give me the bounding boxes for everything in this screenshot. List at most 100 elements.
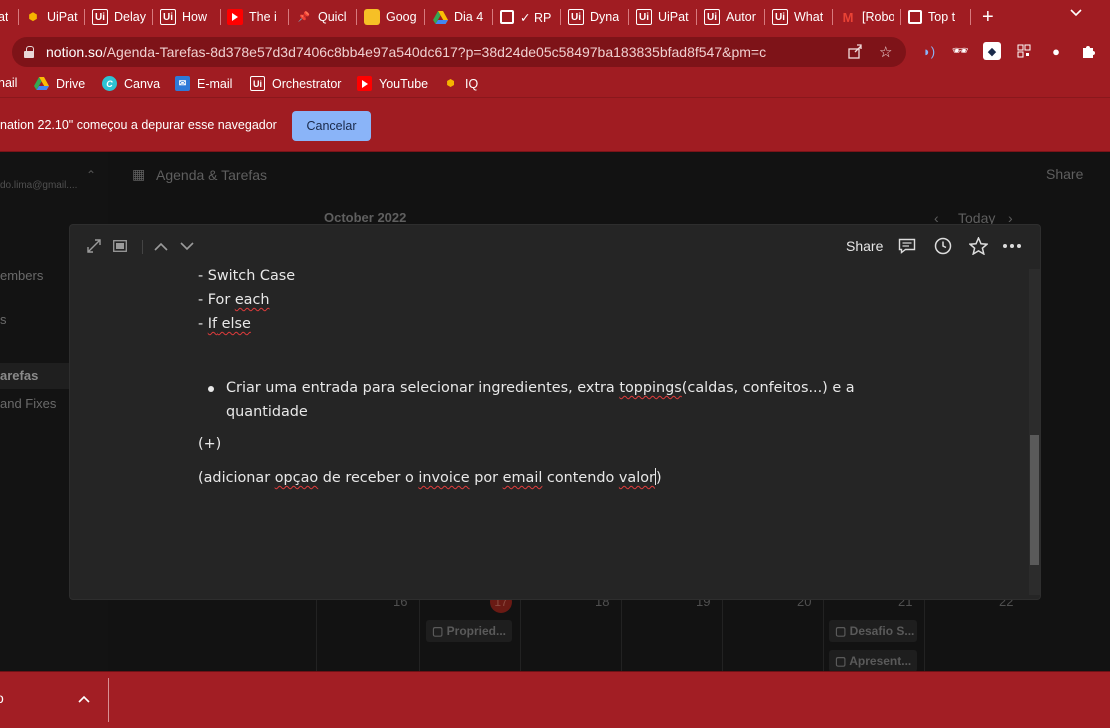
- infobar-message: nation 22.10" começou a depurar esse nav…: [0, 118, 277, 132]
- bookmarks-bar: nail Drive C Canva ✉ E-mail Ui Orchestra…: [0, 72, 1110, 98]
- scrollbar-thumb[interactable]: [1030, 435, 1039, 565]
- more-options-icon[interactable]: [1001, 235, 1023, 257]
- tab-11[interactable]: Ui Autor: [704, 5, 758, 29]
- lock-icon[interactable]: [24, 46, 34, 58]
- bookmark-email[interactable]: ✉ E-mail: [175, 76, 232, 91]
- notion-page-modal: Share - Switch Case - For each - If else…: [70, 225, 1040, 599]
- tab-0[interactable]: at: [0, 5, 18, 29]
- taskbar-expand-chevron-icon[interactable]: [78, 690, 90, 706]
- tab-1[interactable]: ⬢ UiPat: [25, 5, 83, 29]
- page-title[interactable]: Agenda & Tarefas: [156, 167, 267, 183]
- tab-8[interactable]: ✓ RP: [500, 5, 554, 29]
- calendar-card[interactable]: ▢ Apresent...: [829, 650, 917, 672]
- share-button[interactable]: Share: [846, 238, 883, 254]
- tab-separator: [356, 9, 357, 25]
- tab-14[interactable]: Top t: [908, 5, 966, 29]
- taskbar-item[interactable]: o: [0, 690, 4, 706]
- workspace-email[interactable]: do.lima@gmail....: [0, 180, 77, 191]
- uipath-icon: Ui: [250, 76, 265, 91]
- bookmark-youtube[interactable]: YouTube: [357, 76, 428, 91]
- open-full-page-icon[interactable]: [86, 237, 102, 255]
- toolbar-divider: [142, 240, 143, 254]
- extension-qr-icon[interactable]: [1015, 42, 1033, 60]
- keep-icon: [364, 9, 380, 25]
- youtube-icon: [227, 9, 243, 25]
- previous-page-chevron-icon[interactable]: [152, 237, 170, 255]
- workspace-switch-icon[interactable]: ⌃: [86, 168, 96, 182]
- tab-separator: [288, 9, 289, 25]
- bookmark-star-icon[interactable]: ☆: [879, 43, 892, 61]
- mail-icon: ✉: [175, 76, 190, 91]
- uipath-icon: Ui: [160, 9, 176, 25]
- tab-12[interactable]: Ui What: [772, 5, 826, 29]
- tab-separator: [84, 9, 85, 25]
- uipath-icon: Ui: [92, 9, 108, 25]
- tab-separator: [832, 9, 833, 25]
- tab-5[interactable]: 📌 Quicl: [296, 5, 350, 29]
- canva-icon: C: [102, 76, 117, 91]
- tab-separator: [152, 9, 153, 25]
- extension-spy-icon[interactable]: 🕶: [951, 42, 969, 60]
- tab-9[interactable]: Ui Dyna: [568, 5, 622, 29]
- text-line-editing[interactable]: (adicionar opçao de receber o invoice po…: [198, 468, 662, 486]
- tab-7[interactable]: Dia 4: [432, 5, 486, 29]
- new-tab-button[interactable]: +: [982, 6, 994, 29]
- drive-icon: [432, 9, 448, 25]
- tab-2[interactable]: Ui Delay: [92, 5, 147, 29]
- calendar-card[interactable]: ▢ Propried...: [426, 620, 512, 642]
- text-line[interactable]: (+): [198, 436, 221, 452]
- cancel-debugging-button[interactable]: Cancelar: [292, 111, 371, 141]
- tab-separator: [492, 9, 493, 25]
- text-line[interactable]: - For each: [198, 292, 270, 308]
- uipath-icon: Ui: [772, 9, 788, 25]
- drive-icon: [34, 76, 49, 91]
- tab-10[interactable]: Ui UiPat: [636, 5, 692, 29]
- sidebar-item-members[interactable]: embers: [0, 268, 43, 283]
- bg-share-button[interactable]: Share: [1046, 166, 1083, 182]
- extension-audio-icon[interactable]: ◗): [920, 42, 938, 60]
- tab-separator: [560, 9, 561, 25]
- comments-icon[interactable]: [896, 235, 918, 257]
- tab-separator: [628, 9, 629, 25]
- omnibox[interactable]: notion.so/Agenda-Tarefas-8d378e57d3d7406…: [12, 37, 906, 67]
- peek-mode-icon[interactable]: [112, 237, 128, 255]
- text-line[interactable]: - Switch Case: [198, 268, 295, 284]
- updates-clock-icon[interactable]: [932, 235, 954, 257]
- tab-13[interactable]: M [Robo: [840, 5, 894, 29]
- tab-search-chevron-icon[interactable]: [1070, 4, 1082, 20]
- text-line[interactable]: - If else: [198, 316, 251, 332]
- bookmark-iq[interactable]: ⬢ IQ: [443, 76, 479, 91]
- extension-uipath-icon[interactable]: ◆: [983, 42, 1001, 60]
- gmail-icon: M: [842, 9, 854, 25]
- sidebar-item-s[interactable]: s: [0, 312, 7, 327]
- url-text[interactable]: notion.so/Agenda-Tarefas-8d378e57d3d7406…: [46, 44, 766, 60]
- tab-separator: [764, 9, 765, 25]
- tab-separator: [970, 9, 971, 25]
- iq-icon: ⬢: [446, 78, 455, 88]
- today-button[interactable]: Today: [958, 210, 995, 226]
- taskbar: o: [0, 671, 1110, 728]
- favorite-star-icon[interactable]: [967, 235, 989, 257]
- bookmark-gmail[interactable]: nail: [0, 76, 17, 90]
- extension-ball-icon[interactable]: ●: [1047, 42, 1065, 60]
- tab-separator: [900, 9, 901, 25]
- bookmark-orchestrator[interactable]: Ui Orchestrator: [250, 76, 341, 91]
- bullet-point: [208, 386, 214, 392]
- bookmark-drive[interactable]: Drive: [34, 76, 85, 91]
- bullet-text-line[interactable]: quantidade: [226, 404, 308, 420]
- sidebar-item-fixes[interactable]: and Fixes: [0, 396, 56, 411]
- extensions-puzzle-icon[interactable]: [1079, 42, 1097, 60]
- tab-4[interactable]: The i: [227, 5, 282, 29]
- bookmark-canva[interactable]: C Canva: [102, 76, 160, 91]
- prev-month-icon[interactable]: ‹: [934, 210, 939, 226]
- tab-6[interactable]: Goog: [364, 5, 418, 29]
- bullet-text-line[interactable]: Criar uma entrada para selecionar ingred…: [226, 380, 855, 396]
- calendar-card[interactable]: ▢ Desafio S...: [829, 620, 917, 642]
- share-page-icon[interactable]: [847, 43, 863, 63]
- next-page-chevron-icon[interactable]: [178, 237, 196, 255]
- youtube-icon: [357, 76, 372, 91]
- next-month-icon[interactable]: ›: [1008, 210, 1013, 226]
- address-bar-row: notion.so/Agenda-Tarefas-8d378e57d3d7406…: [0, 34, 1110, 72]
- uipath-icon: Ui: [568, 9, 584, 25]
- tab-3[interactable]: Ui How: [160, 5, 212, 29]
